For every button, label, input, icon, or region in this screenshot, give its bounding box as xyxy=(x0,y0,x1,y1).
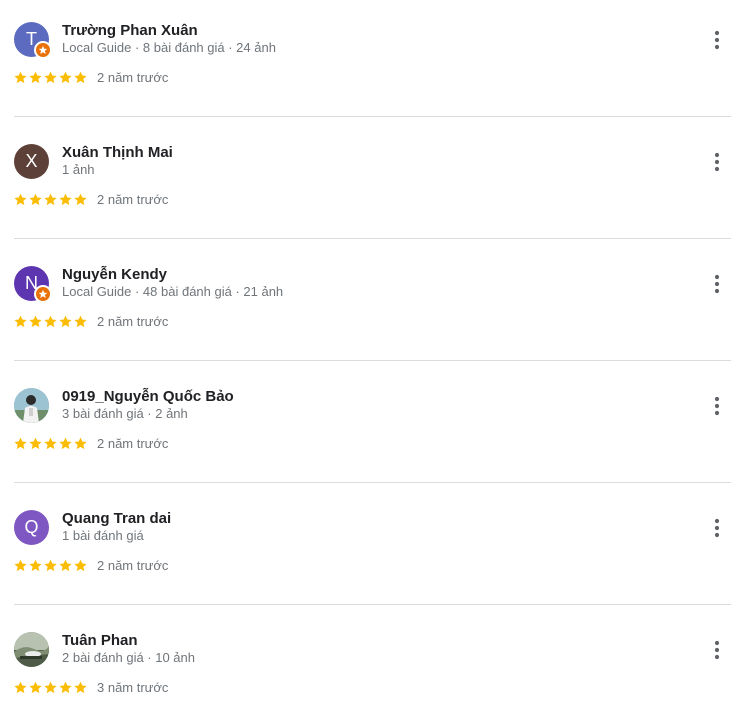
reviews-list: T Trường Phan Xuân Local Guide · 8 bài đán… xyxy=(0,0,741,703)
review-item: Q Quang Tran dai 1 bài đánh giá 2 năm trước xyxy=(0,488,741,610)
reviewer-name[interactable]: Quang Tran dai xyxy=(62,510,171,527)
star-icon xyxy=(43,680,58,695)
more-vert-icon[interactable] xyxy=(707,394,727,418)
star-icon xyxy=(43,558,58,573)
star-icon xyxy=(28,558,43,573)
reviewer-name[interactable]: Tuân Phan xyxy=(62,632,138,649)
reviewer-meta: 3 bài đánh giá · 2 ảnh xyxy=(62,406,188,421)
star-icon xyxy=(58,680,73,695)
star-icon xyxy=(58,558,73,573)
avatar-photo xyxy=(14,388,49,423)
star-rating xyxy=(13,192,88,207)
reviewer-meta: 2 bài đánh giá · 10 ảnh xyxy=(62,650,195,665)
reviewer-meta: 1 bài đánh giá xyxy=(62,528,144,543)
star-icon xyxy=(43,314,58,329)
review-item: 0919_Nguyễn Quốc Bảo 3 bài đánh giá · 2 ả… xyxy=(0,366,741,488)
star-icon xyxy=(43,192,58,207)
review-date: 2 năm trước xyxy=(97,558,169,573)
star-icon xyxy=(13,436,28,451)
reviewer-name[interactable]: Trường Phan Xuân xyxy=(62,22,198,39)
star-icon xyxy=(13,558,28,573)
review-item: Tuân Phan 2 bài đánh giá · 10 ảnh 3 năm tr… xyxy=(0,610,741,703)
divider xyxy=(14,116,731,117)
star-rating xyxy=(13,680,88,695)
more-vert-icon[interactable] xyxy=(707,28,727,52)
star-icon xyxy=(28,192,43,207)
review-date: 2 năm trước xyxy=(97,314,169,329)
review-date: 2 năm trước xyxy=(97,70,169,85)
star-icon xyxy=(73,680,88,695)
reviewer-meta: Local Guide · 48 bài đánh giá · 21 ảnh xyxy=(62,284,284,299)
more-vert-icon[interactable] xyxy=(707,638,727,662)
more-vert-icon[interactable] xyxy=(707,516,727,540)
star-icon xyxy=(28,314,43,329)
star-icon xyxy=(28,70,43,85)
star-icon xyxy=(58,314,73,329)
reviewer-avatar[interactable]: X xyxy=(14,144,49,179)
divider xyxy=(14,604,731,605)
star-icon xyxy=(13,70,28,85)
divider xyxy=(14,360,731,361)
star-icon xyxy=(73,70,88,85)
more-vert-icon[interactable] xyxy=(707,272,727,296)
star-icon xyxy=(43,70,58,85)
star-icon xyxy=(73,192,88,207)
review-item: N Nguyễn Kendy Local Guide · 48 bài đánh g… xyxy=(0,244,741,366)
avatar-initial: Q xyxy=(24,517,39,537)
reviewer-avatar[interactable]: N xyxy=(14,266,52,303)
star-rating xyxy=(13,436,88,451)
star-icon xyxy=(73,436,88,451)
reviewer-avatar[interactable]: Q xyxy=(14,510,49,545)
star-icon xyxy=(73,558,88,573)
star-icon xyxy=(58,436,73,451)
star-icon xyxy=(73,314,88,329)
avatar-photo xyxy=(14,632,49,667)
reviewer-name[interactable]: 0919_Nguyễn Quốc Bảo xyxy=(62,388,234,405)
divider xyxy=(14,238,731,239)
review-date: 2 năm trước xyxy=(97,436,169,451)
star-icon xyxy=(43,436,58,451)
star-rating xyxy=(13,314,88,329)
review-date: 2 năm trước xyxy=(97,192,169,207)
reviewer-name[interactable]: Xuân Thịnh Mai xyxy=(62,144,173,161)
star-rating xyxy=(13,70,88,85)
more-vert-icon[interactable] xyxy=(707,150,727,174)
reviewer-avatar[interactable]: T xyxy=(14,22,52,59)
star-icon xyxy=(58,192,73,207)
divider xyxy=(14,482,731,483)
reviewer-meta: 1 ảnh xyxy=(62,162,95,177)
star-icon xyxy=(28,436,43,451)
local-guide-badge-icon xyxy=(34,285,52,303)
review-item: X Xuân Thịnh Mai 1 ảnh 2 năm trước xyxy=(0,122,741,244)
star-icon xyxy=(28,680,43,695)
star-icon xyxy=(58,70,73,85)
reviewer-avatar[interactable] xyxy=(14,632,49,667)
star-icon xyxy=(13,314,28,329)
review-item: T Trường Phan Xuân Local Guide · 8 bài đán… xyxy=(0,0,741,122)
reviewer-name[interactable]: Nguyễn Kendy xyxy=(62,266,167,283)
star-icon xyxy=(13,680,28,695)
reviewer-meta: Local Guide · 8 bài đánh giá · 24 ảnh xyxy=(62,40,276,55)
star-rating xyxy=(13,558,88,573)
review-date: 3 năm trước xyxy=(97,680,169,695)
star-icon xyxy=(13,192,28,207)
reviewer-avatar[interactable] xyxy=(14,388,49,423)
local-guide-badge-icon xyxy=(34,41,52,59)
avatar-initial: X xyxy=(25,151,38,171)
